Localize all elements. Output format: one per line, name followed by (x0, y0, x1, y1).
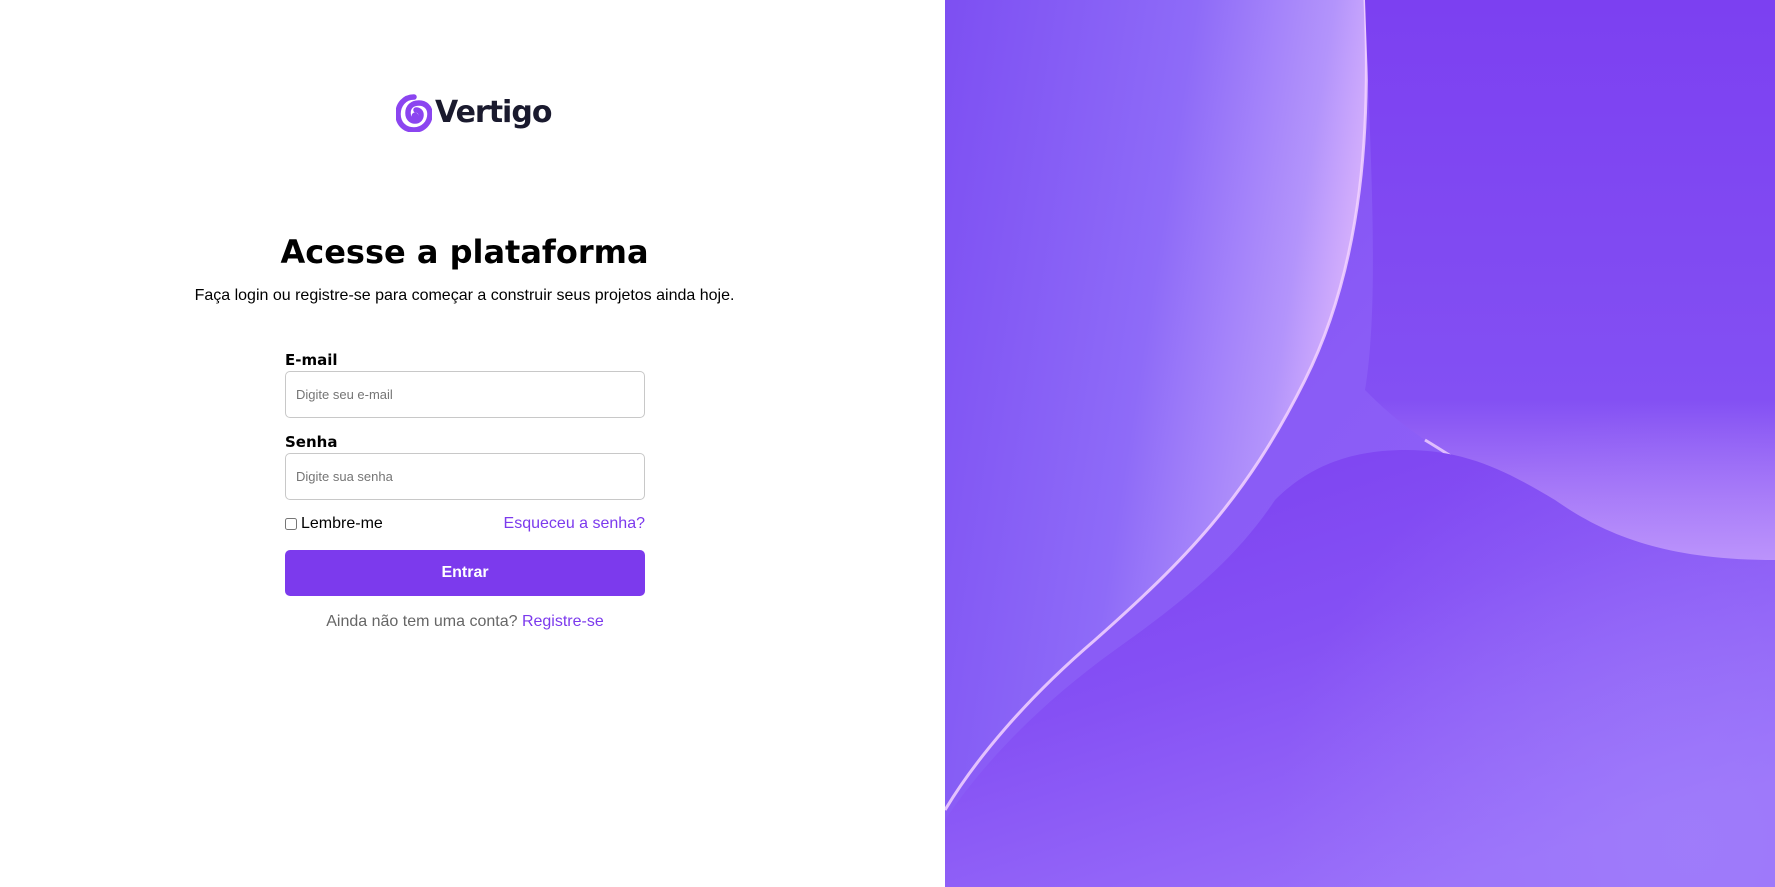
email-field-group: E-mail (285, 350, 645, 418)
brand-name: Vertigo (435, 95, 552, 130)
hero-artwork (945, 0, 1775, 887)
brand-logo: Vertigo (396, 92, 552, 134)
login-button[interactable]: Entrar (285, 550, 645, 596)
forgot-password-link[interactable]: Esqueceu a senha? (504, 515, 645, 533)
remember-me-checkbox[interactable] (285, 518, 297, 530)
login-form: E-mail Senha Lembre-me Esqueceu a senha?… (285, 350, 645, 633)
form-options-row: Lembre-me Esqueceu a senha? (285, 512, 645, 536)
email-field[interactable] (285, 371, 645, 418)
signup-link[interactable]: Registre-se (522, 613, 604, 630)
page-subtitle: Faça login ou registre-se para começar a… (194, 287, 735, 304)
password-field-group: Senha (285, 432, 645, 500)
login-panel: Vertigo Acesse a plataforma Faça login o… (0, 0, 945, 887)
abstract-waves-illustration (945, 0, 1775, 887)
email-label: E-mail (285, 351, 338, 369)
remember-me-label: Lembre-me (301, 515, 383, 532)
page-title: Acesse a plataforma (280, 233, 649, 271)
signup-prompt: Ainda não tem uma conta? (326, 613, 518, 630)
signup-row: Ainda não tem uma conta? Registre-se (285, 611, 645, 633)
password-field[interactable] (285, 453, 645, 500)
vertigo-swirl-icon (396, 94, 432, 132)
password-label: Senha (285, 433, 338, 451)
login-page: Vertigo Acesse a plataforma Faça login o… (0, 0, 1775, 887)
remember-me[interactable]: Lembre-me (285, 515, 383, 533)
